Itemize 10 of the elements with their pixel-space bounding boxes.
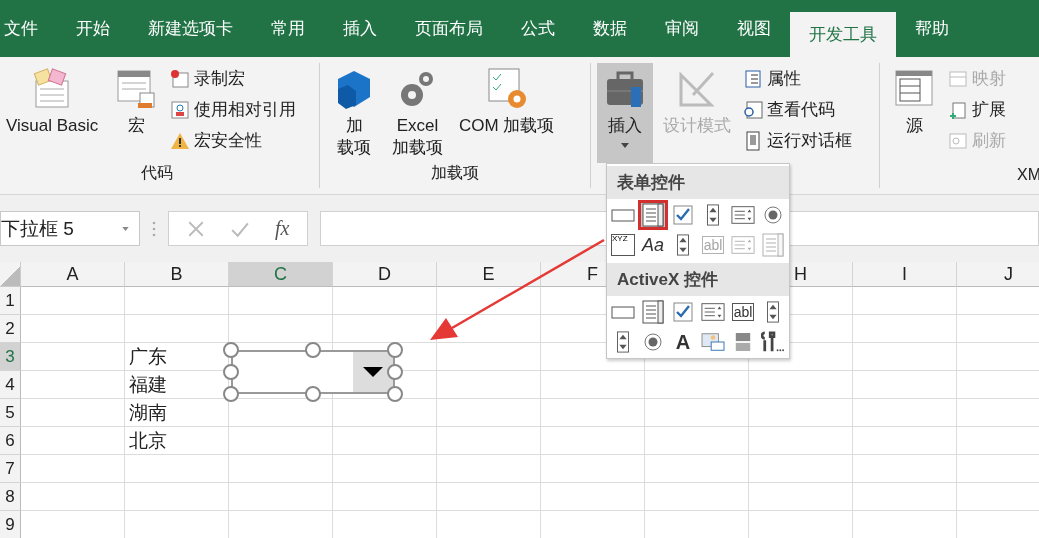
cell-text: 北京	[129, 429, 167, 453]
cell-text: 湖南	[129, 401, 167, 425]
name-box-value: 下拉框 5	[1, 216, 74, 241]
menu-section-title: ActiveX 控件	[607, 263, 789, 296]
group-title: 加载项	[430, 163, 480, 183]
cell-text: 广东	[129, 345, 167, 369]
group-title: XM	[1016, 166, 1039, 185]
menu-section-title: 表单控件	[607, 166, 789, 199]
cell-text: 福建	[129, 373, 167, 397]
group-title: 代码	[139, 163, 174, 183]
